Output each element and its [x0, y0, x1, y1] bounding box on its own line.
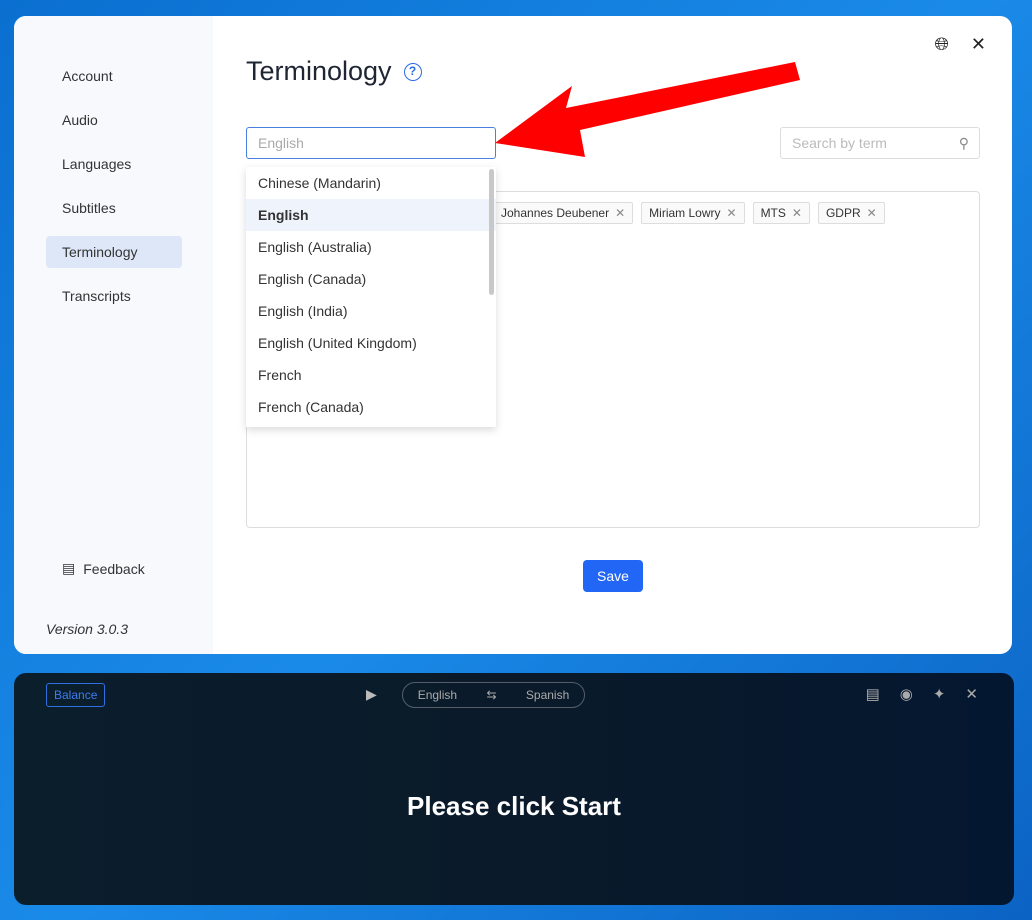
red-arrow-annotation	[495, 62, 800, 157]
